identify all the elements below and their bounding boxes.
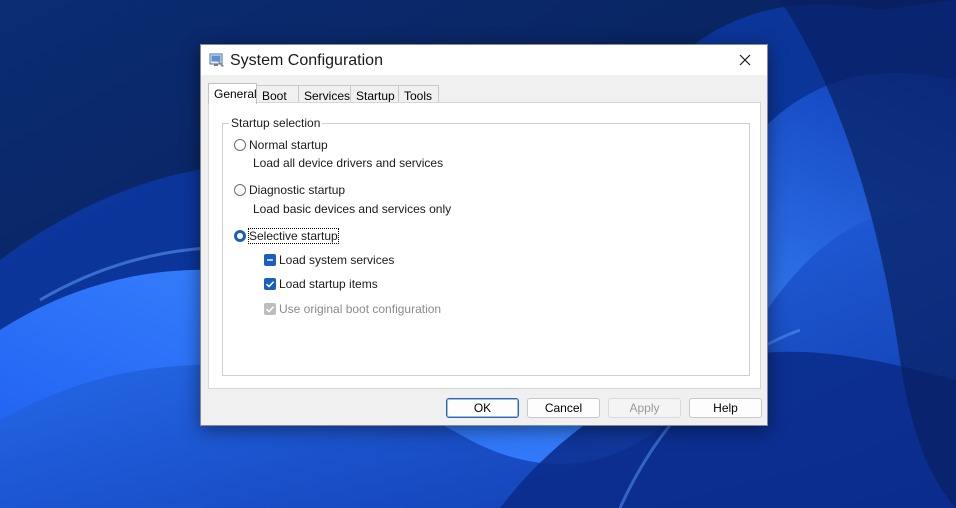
- radio-unchecked-icon: [234, 139, 246, 151]
- tab-boot[interactable]: Boot: [256, 85, 299, 103]
- tab-tools[interactable]: Tools: [398, 85, 439, 103]
- diagnostic-startup-label: Diagnostic startup: [249, 183, 346, 197]
- startup-selection-legend: Startup selection: [229, 116, 323, 130]
- checkbox-checked-disabled-icon: [264, 303, 276, 315]
- use-original-boot-checkbox: Use original boot configuration: [264, 302, 441, 316]
- normal-startup-radio[interactable]: Normal startup: [234, 138, 328, 152]
- selective-startup-label: Selective startup: [248, 228, 339, 244]
- load-system-services-checkbox[interactable]: Load system services: [264, 253, 394, 267]
- title-bar[interactable]: System Configuration: [201, 45, 767, 75]
- checkbox-checked-icon: [264, 278, 276, 290]
- load-system-services-label: Load system services: [279, 253, 395, 267]
- system-configuration-window: System Configuration General Boot Servic…: [200, 44, 768, 426]
- apply-button: Apply: [608, 398, 681, 418]
- radio-unchecked-icon: [234, 184, 246, 196]
- load-startup-items-checkbox[interactable]: Load startup items: [264, 277, 378, 291]
- use-original-boot-label: Use original boot configuration: [279, 302, 442, 316]
- checkbox-indeterminate-icon: [264, 254, 276, 266]
- close-icon: [739, 54, 751, 66]
- selective-startup-radio[interactable]: Selective startup: [234, 228, 339, 244]
- tab-startup[interactable]: Startup: [350, 85, 399, 103]
- diagnostic-startup-description: Load basic devices and services only: [253, 202, 452, 216]
- startup-selection-group: Startup selection Normal startup Load al…: [222, 116, 750, 376]
- tab-general[interactable]: General: [208, 83, 257, 104]
- close-button[interactable]: [723, 45, 767, 75]
- cancel-button[interactable]: Cancel: [527, 398, 600, 418]
- radio-checked-icon: [234, 230, 246, 242]
- general-tab-panel: Startup selection Normal startup Load al…: [208, 102, 761, 389]
- msconfig-icon: [209, 53, 224, 67]
- tab-services[interactable]: Services: [298, 85, 351, 103]
- diagnostic-startup-radio[interactable]: Diagnostic startup: [234, 183, 345, 197]
- load-startup-items-label: Load startup items: [279, 277, 378, 291]
- help-button[interactable]: Help: [689, 398, 762, 418]
- ok-button[interactable]: OK: [446, 398, 519, 418]
- normal-startup-description: Load all device drivers and services: [253, 156, 444, 170]
- window-title: System Configuration: [230, 52, 383, 69]
- normal-startup-label: Normal startup: [249, 138, 328, 152]
